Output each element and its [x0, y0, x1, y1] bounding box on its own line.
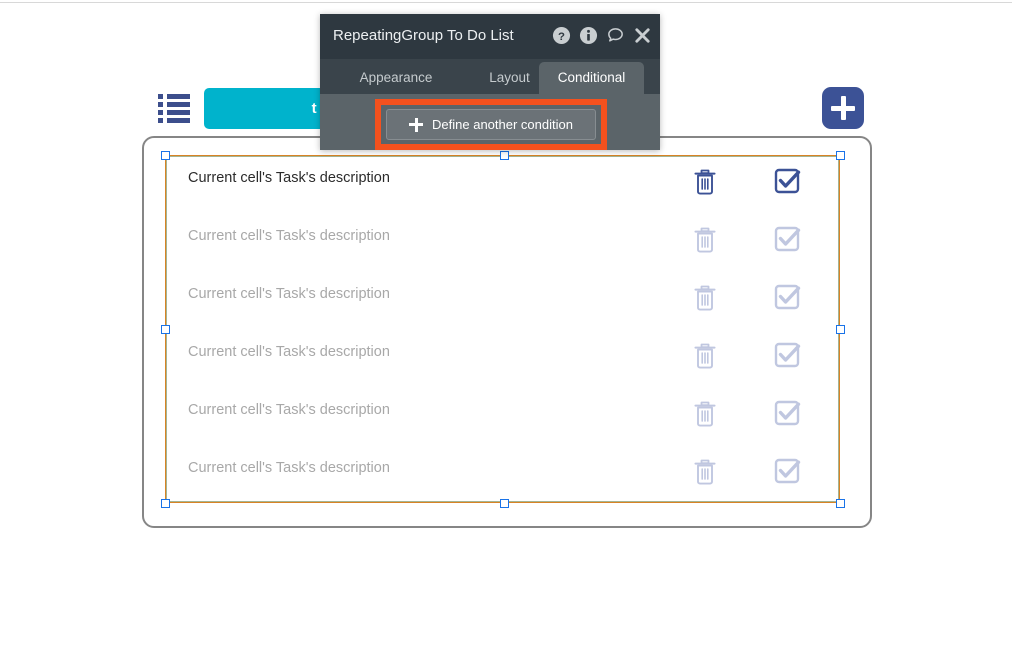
comment-icon[interactable]: [606, 26, 625, 45]
svg-text:?: ?: [558, 31, 565, 43]
table-row[interactable]: Current cell's Task's description: [165, 155, 840, 213]
popup-title-icons: ?: [552, 26, 652, 45]
plus-icon-bar: [831, 105, 855, 111]
checkbox-checked-icon[interactable]: [773, 166, 803, 196]
task-description: Current cell's Task's description: [188, 344, 390, 360]
resize-handle-top-right[interactable]: [835, 150, 845, 160]
plus-icon: [409, 117, 424, 132]
trash-icon[interactable]: [691, 167, 719, 197]
popup-tab-bar: Appearance Layout Conditional: [320, 59, 660, 94]
resize-handle-top-center[interactable]: [499, 150, 509, 160]
resize-handle-middle-right[interactable]: [835, 324, 845, 334]
resize-handle-bottom-center[interactable]: [499, 498, 509, 508]
repeating-group-rows: Current cell's Task's description Current…: [165, 155, 840, 503]
table-row[interactable]: Current cell's Task's description: [165, 387, 840, 445]
add-task-button[interactable]: [822, 87, 864, 129]
top-divider: [0, 2, 1012, 3]
tab-conditional[interactable]: Conditional: [539, 62, 644, 94]
resize-handle-middle-left[interactable]: [160, 324, 170, 334]
trash-icon[interactable]: [691, 225, 719, 255]
resize-handle-top-left[interactable]: [160, 150, 170, 160]
checkbox-checked-icon[interactable]: [773, 224, 803, 254]
list-icon[interactable]: [158, 92, 190, 124]
task-description: Current cell's Task's description: [188, 460, 390, 476]
task-description: Current cell's Task's description: [188, 228, 390, 244]
close-icon[interactable]: [633, 26, 652, 45]
tab-appearance[interactable]: Appearance: [336, 62, 456, 94]
screen-root: to do Current cell's Task's descriptionC…: [0, 0, 1012, 645]
task-description: Current cell's Task's description: [188, 402, 390, 418]
trash-icon[interactable]: [691, 457, 719, 487]
info-icon[interactable]: [579, 26, 598, 45]
table-row[interactable]: Current cell's Task's description: [165, 445, 840, 503]
table-row[interactable]: Current cell's Task's description: [165, 213, 840, 271]
popup-title-bar: RepeatingGroup To Do List ?: [320, 14, 660, 59]
trash-icon[interactable]: [691, 399, 719, 429]
checkbox-checked-icon[interactable]: [773, 398, 803, 428]
resize-handle-bottom-left[interactable]: [160, 498, 170, 508]
checkbox-checked-icon[interactable]: [773, 340, 803, 370]
define-another-condition-label: Define another condition: [432, 117, 573, 132]
repeating-group-to-do-list[interactable]: Current cell's Task's description Current…: [165, 155, 840, 503]
help-icon[interactable]: ?: [552, 26, 571, 45]
table-row[interactable]: Current cell's Task's description: [165, 271, 840, 329]
define-another-condition-button[interactable]: Define another condition: [386, 109, 596, 140]
task-description: Current cell's Task's description: [188, 286, 390, 302]
popup-title: RepeatingGroup To Do List: [333, 27, 514, 44]
resize-handle-bottom-right[interactable]: [835, 498, 845, 508]
trash-icon[interactable]: [691, 341, 719, 371]
trash-icon[interactable]: [691, 283, 719, 313]
property-editor-popup: RepeatingGroup To Do List ? Appearance L…: [320, 14, 660, 150]
task-description: Current cell's Task's description: [188, 170, 390, 186]
table-row[interactable]: Current cell's Task's description: [165, 329, 840, 387]
checkbox-checked-icon[interactable]: [773, 456, 803, 486]
checkbox-checked-icon[interactable]: [773, 282, 803, 312]
